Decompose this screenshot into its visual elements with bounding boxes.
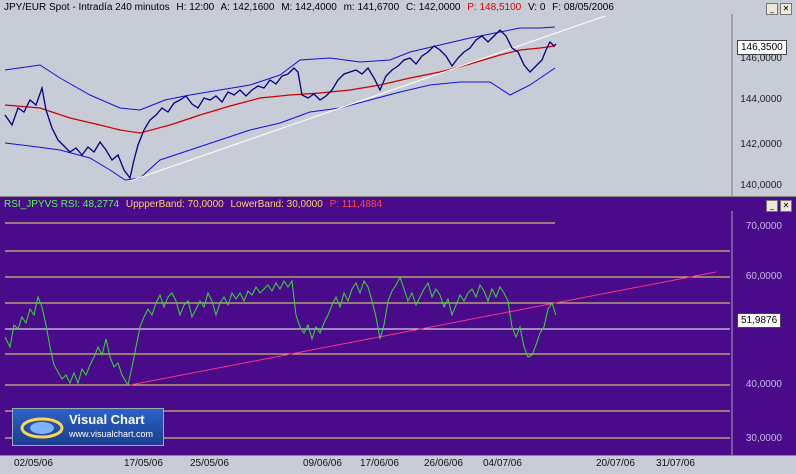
logo-swoosh-icon — [20, 417, 64, 439]
last-price-box: 146,3500 — [737, 40, 787, 55]
rsi-axis-label-30: 30,0000 — [745, 433, 782, 444]
price-plot — [4, 14, 733, 197]
date-axis: 02/05/06 17/05/06 25/05/06 09/06/06 17/0… — [0, 455, 796, 474]
upper-bollinger-band — [4, 26, 556, 111]
price-chart-pane[interactable]: JPY/EUR Spot - Intradía 240 minutos H: 1… — [0, 0, 796, 197]
date-label: 17/05/06 — [124, 458, 163, 469]
date-label: 31/07/06 — [656, 458, 695, 469]
logo-title: Visual Chart — [69, 412, 145, 427]
date-label: 09/06/06 — [303, 458, 342, 469]
date-label: 20/07/06 — [596, 458, 635, 469]
date-label: 17/06/06 — [360, 458, 399, 469]
lower-bollinger-band — [4, 67, 556, 181]
price-axis-label-144: 144,0000 — [740, 94, 782, 105]
visual-chart-logo: Visual Chart www.visualchart.com — [12, 408, 164, 446]
rsi-axis-label-70: 70,0000 — [745, 221, 782, 232]
price-axis-label-140: 140,0000 — [740, 180, 782, 191]
rsi-axis-label-40: 40,0000 — [745, 379, 782, 390]
rsi-axis-label-60: 60,0000 — [745, 271, 782, 282]
rsi-series — [4, 275, 557, 387]
date-label: 26/06/06 — [424, 458, 463, 469]
date-label: 04/07/06 — [483, 458, 522, 469]
visual-chart-window: JPY/EUR Spot - Intradía 240 minutos H: 1… — [0, 0, 796, 474]
price-axis-label-142: 142,0000 — [740, 139, 782, 150]
last-rsi-box: 51,9876 — [737, 313, 782, 328]
date-label: 02/05/06 — [14, 458, 53, 469]
trend-line — [129, 15, 606, 182]
date-label: 25/05/06 — [190, 458, 229, 469]
moving-average-line — [4, 45, 556, 134]
price-series — [4, 29, 557, 180]
logo-url: www.visualchart.com — [69, 429, 154, 439]
